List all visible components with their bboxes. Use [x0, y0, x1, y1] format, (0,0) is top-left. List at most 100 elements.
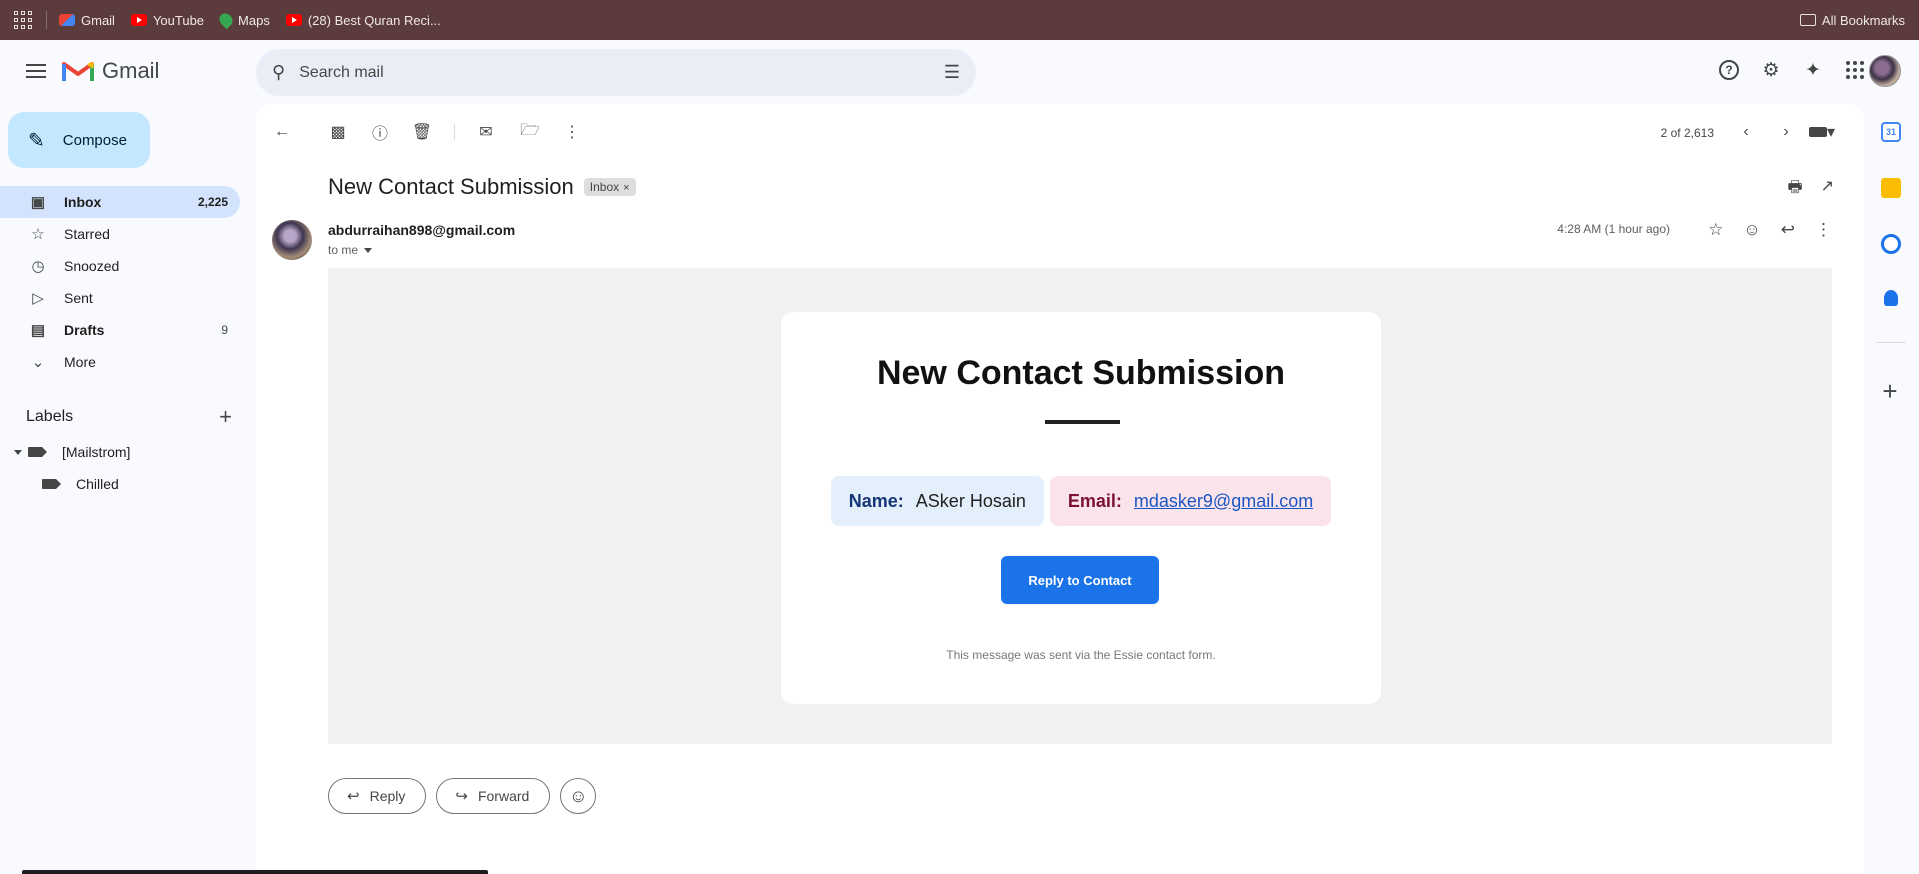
chip-label: Inbox: [589, 180, 620, 194]
name-pill: Name: ASker Hosain: [830, 476, 1044, 526]
sidebar-item-starred[interactable]: ☆ Starred: [0, 218, 240, 250]
bookmark-youtube[interactable]: YouTube: [130, 13, 204, 28]
message-toolbar: ← ▩ ⓘ 🗑 ✉ 🗁 ⋮ 2 of 2,613 ‹ › ▾: [256, 116, 1864, 148]
bookmark-quran[interactable]: (28) Best Quran Reci...: [285, 12, 441, 28]
heading-divider: [1045, 420, 1120, 424]
details-caret-icon[interactable]: [364, 247, 373, 253]
labels-title: Labels: [26, 408, 74, 425]
youtube-icon: [130, 14, 147, 26]
email-pill: Email: mdasker9@gmail.com: [1049, 476, 1332, 526]
sidebar-item-label: Starred: [64, 226, 110, 242]
reply-button[interactable]: ↩ Reply: [328, 778, 427, 814]
compose-label: Compose: [62, 131, 127, 149]
sidebar-item-inbox[interactable]: ▣ Inbox 2,225: [0, 186, 240, 218]
side-panel: 31 +: [1864, 104, 1919, 874]
label-chilled[interactable]: Chilled: [42, 476, 119, 492]
expand-caret-icon[interactable]: [14, 449, 22, 455]
chevron-down-icon: ⌄: [31, 354, 45, 371]
google-apps-icon[interactable]: [1843, 58, 1867, 82]
pencil-icon: ✎: [28, 129, 45, 152]
reply-to-contact-button[interactable]: Reply to Contact: [1001, 556, 1159, 604]
account-avatar[interactable]: [1869, 55, 1901, 87]
message-time: 4:28 AM (1 hour ago): [1557, 222, 1670, 236]
unread-count: 2,225: [197, 195, 228, 209]
forward-button[interactable]: ↪ Forward: [436, 778, 551, 814]
apps-grid-icon[interactable]: [14, 11, 32, 29]
star-icon[interactable]: ☆: [1708, 220, 1723, 240]
name-value: ASker Hosain: [915, 490, 1026, 511]
more-vertical-icon[interactable]: ⋮: [560, 120, 584, 144]
keep-icon[interactable]: [1881, 178, 1901, 198]
report-spam-icon[interactable]: ⓘ: [368, 120, 392, 144]
sidebar-item-label: Drafts: [64, 322, 105, 338]
sender-email[interactable]: abdurraihan898@gmail.com: [328, 222, 515, 238]
calendar-icon[interactable]: 31: [1881, 122, 1901, 142]
sidebar-item-label: Snoozed: [64, 258, 120, 274]
sidebar-item-snoozed[interactable]: ◷ Snoozed: [0, 250, 240, 282]
label-name: [Mailstrom]: [62, 444, 131, 460]
folder-icon: [1799, 14, 1816, 26]
contact-email-link[interactable]: mdasker9@gmail.com: [1134, 491, 1313, 512]
inbox-icon: ▣: [30, 194, 46, 211]
settings-gear-icon[interactable]: ⚙: [1759, 58, 1783, 82]
compose-button[interactable]: ✎ Compose: [8, 112, 150, 168]
all-bookmarks-label: All Bookmarks: [1821, 12, 1905, 28]
search-options-icon[interactable]: ☰: [944, 62, 960, 83]
sidebar-item-label: More: [64, 354, 96, 370]
sidebar-item-more[interactable]: ⌄ More: [0, 346, 240, 378]
sidebar-item-sent[interactable]: ▷ Sent: [0, 282, 240, 314]
label-mailstrom[interactable]: [Mailstrom]: [14, 444, 130, 460]
email-label: Email:: [1067, 490, 1122, 511]
bookmark-label: (28) Best Quran Reci...: [307, 12, 441, 28]
search-icon[interactable]: ⚲: [272, 62, 285, 83]
move-to-icon[interactable]: 🗁: [518, 120, 542, 144]
drafts-count: 9: [221, 323, 228, 337]
bookmark-gmail[interactable]: Gmail: [59, 13, 115, 28]
newer-chevron-left-icon[interactable]: ‹: [1734, 120, 1758, 144]
mark-unread-icon[interactable]: ✉: [474, 120, 498, 144]
top-icons: ? ⚙ ✦: [1717, 58, 1867, 82]
subject-actions: 🖶 ↗: [1787, 176, 1834, 203]
inbox-label-chip[interactable]: Inbox ×: [583, 178, 636, 196]
delete-icon[interactable]: 🗑: [410, 120, 434, 144]
input-tools-keyboard-icon[interactable]: ▾: [1804, 120, 1840, 144]
open-new-window-icon[interactable]: ↗: [1821, 176, 1834, 203]
search-input[interactable]: Search mail: [299, 64, 383, 82]
bookmark-separator: [46, 11, 47, 29]
remove-label-icon[interactable]: ×: [623, 182, 629, 194]
subject-line: New Contact Submission Inbox ×: [328, 174, 636, 200]
contacts-icon[interactable]: [1884, 290, 1898, 306]
message-actions: ☆ ☺ ↩ ⋮: [1708, 220, 1832, 240]
gmail-logo[interactable]: Gmail: [62, 58, 159, 84]
main-menu-icon[interactable]: [24, 62, 48, 80]
gmail-icon: [59, 14, 75, 26]
back-arrow-icon[interactable]: ←: [270, 120, 294, 144]
archive-icon[interactable]: ▩: [326, 120, 350, 144]
recipient-details[interactable]: to me: [328, 243, 373, 257]
print-icon[interactable]: 🖶: [1787, 176, 1802, 203]
reply-icon[interactable]: ↩: [1781, 220, 1795, 240]
add-label-icon[interactable]: +: [219, 404, 232, 430]
more-vertical-icon[interactable]: ⋮: [1815, 220, 1832, 240]
labels-header: Labels +: [26, 404, 232, 430]
all-bookmarks[interactable]: All Bookmarks: [1799, 12, 1905, 28]
bookmark-maps[interactable]: Maps: [216, 10, 270, 30]
footer-note: This message was sent via the Essie cont…: [946, 648, 1216, 662]
label-tag-icon: [42, 479, 61, 489]
sidebar-item-label: Sent: [64, 290, 93, 306]
sidebar-item-drafts[interactable]: ▤ Drafts 9: [0, 314, 240, 346]
search-bar[interactable]: ⚲ Search mail ☰: [256, 49, 976, 96]
get-addons-plus-icon[interactable]: +: [1878, 376, 1902, 407]
gmail-wordmark: Gmail: [102, 58, 160, 83]
emoji-react-icon[interactable]: ☺: [1743, 220, 1760, 240]
gemini-sparkle-icon[interactable]: ✦: [1801, 58, 1825, 82]
tasks-icon[interactable]: [1881, 234, 1901, 254]
forward-arrow-icon: ↪: [455, 788, 468, 805]
older-chevron-right-icon[interactable]: ›: [1774, 120, 1798, 144]
reply-arrow-icon: ↩: [347, 788, 360, 805]
toolbar-divider: [454, 124, 455, 140]
sender-avatar[interactable]: [272, 220, 312, 260]
emoji-reaction-button[interactable]: ☺: [560, 778, 597, 814]
forward-label: Forward: [477, 788, 530, 804]
help-icon[interactable]: ?: [1717, 58, 1741, 82]
